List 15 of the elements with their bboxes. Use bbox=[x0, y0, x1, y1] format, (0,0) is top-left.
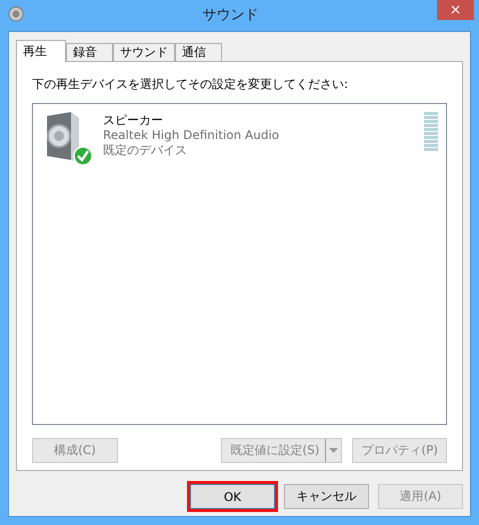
tab[interactable]: 再生 bbox=[16, 40, 66, 62]
tab[interactable]: サウンド bbox=[113, 43, 175, 61]
device-list[interactable]: スピーカー Realtek High Definition Audio 既定のデバイス bbox=[32, 103, 447, 425]
button[interactable]: キャンセル bbox=[284, 484, 369, 509]
device-name: スピーカー bbox=[103, 112, 164, 128]
tab[interactable]: 通信 bbox=[175, 43, 222, 61]
close-button[interactable]: × bbox=[437, 0, 474, 20]
window-title: サウンド bbox=[202, 6, 260, 25]
level-meter bbox=[424, 112, 438, 151]
device-driver: Realtek High Definition Audio bbox=[103, 128, 280, 143]
button[interactable]: OK bbox=[190, 484, 275, 509]
instruction-text: 下の再生デバイスを選択してその設定を変更してください: bbox=[32, 76, 350, 93]
button-label: 既定値に設定(S) bbox=[230, 442, 320, 459]
tab[interactable]: 録音 bbox=[66, 43, 113, 61]
device-status: 既定のデバイス bbox=[103, 143, 188, 158]
